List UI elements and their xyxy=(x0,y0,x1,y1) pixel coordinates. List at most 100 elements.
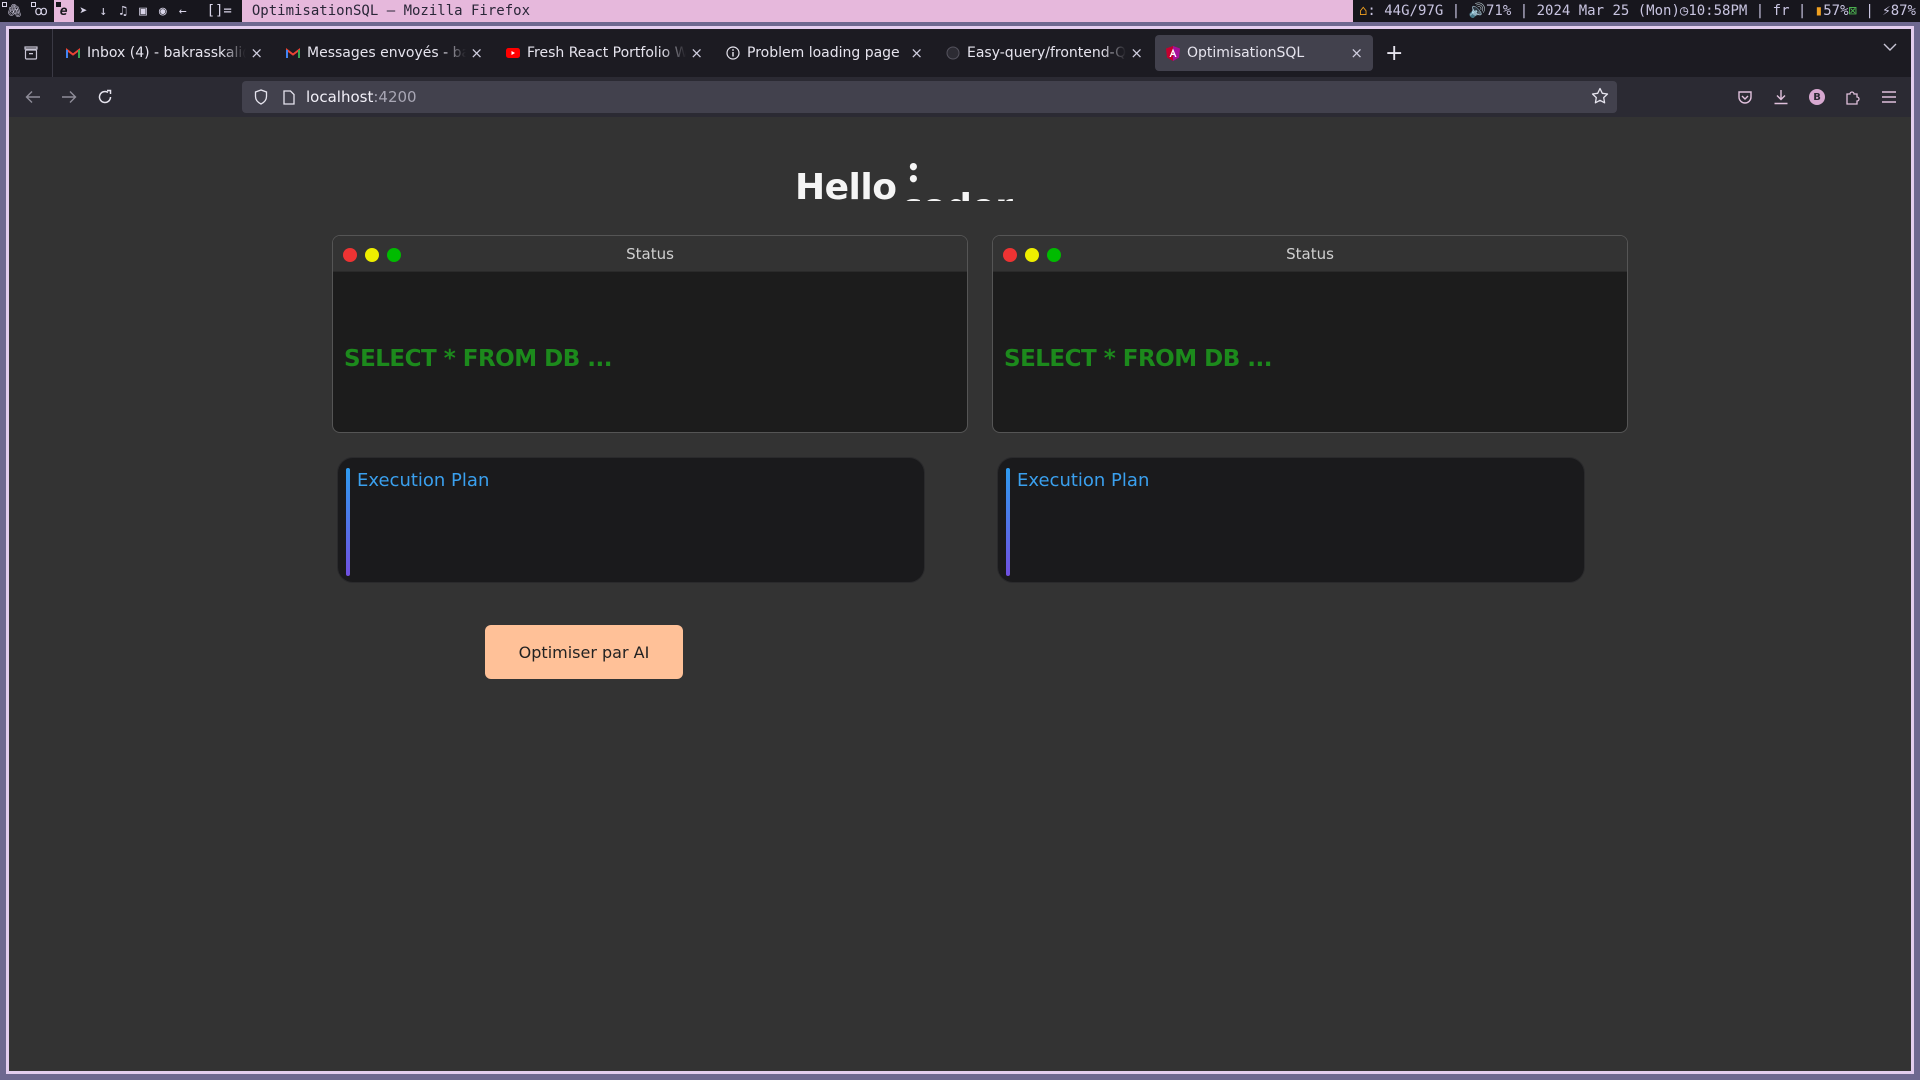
keyboard-layout: fr xyxy=(1772,3,1790,19)
execution-plan-title: Execution Plan xyxy=(357,470,490,491)
forward-button[interactable] xyxy=(51,81,87,113)
greeting-heading: Hello xyxy=(795,167,897,208)
focused-window-title: OptimisationSQL — Mozilla Firefox xyxy=(251,3,531,19)
sql-query-text[interactable]: SELECT * FROM DB ... xyxy=(1004,346,1272,372)
typing-cursor: • • xyxy=(907,161,920,191)
apps-icon: ꝏ xyxy=(34,3,48,19)
sql-query-text[interactable]: SELECT * FROM DB ... xyxy=(344,346,612,372)
close-tab-icon[interactable]: × xyxy=(690,44,703,62)
wifi-icon: ▮ xyxy=(1814,3,1824,19)
workspace-5[interactable]: ↓ xyxy=(93,0,113,22)
workspace-1[interactable]: 🖇 xyxy=(0,0,29,22)
angular-icon xyxy=(1165,45,1181,61)
app-menu-button[interactable] xyxy=(1875,81,1903,113)
firefox-view-button[interactable] xyxy=(9,29,53,77)
tab-title: Messages envoyés - bakrasskali xyxy=(307,45,466,61)
typing-word: coder xyxy=(901,187,1013,201)
workspace-2[interactable]: ꝏ xyxy=(29,0,54,22)
browser-icon: e xyxy=(59,3,68,19)
download-icon xyxy=(1774,90,1788,105)
time: 10:58PM xyxy=(1688,3,1748,19)
terminal-title: Status xyxy=(626,245,674,263)
volume-icon: 🔊 xyxy=(1468,3,1486,19)
close-tab-icon[interactable]: × xyxy=(470,44,483,62)
execution-plan-right: Execution Plan xyxy=(997,457,1585,583)
workspace-6[interactable]: ♫ xyxy=(113,0,133,22)
page-icon[interactable] xyxy=(278,89,300,105)
reload-button[interactable] xyxy=(87,81,123,113)
record-icon: ◉ xyxy=(158,3,167,19)
close-box-icon: ⊠ xyxy=(1848,3,1857,19)
list-all-tabs-button[interactable] xyxy=(1883,43,1897,51)
tab-title: Problem loading page xyxy=(747,45,900,61)
date: 2024 Mar 25 (Mon) xyxy=(1536,3,1680,19)
pocket-button[interactable] xyxy=(1731,81,1759,113)
back-icon: ← xyxy=(178,3,187,19)
url-host[interactable]: localhost xyxy=(306,88,373,106)
gmail-icon xyxy=(285,45,301,61)
battery-icon: ⚡ xyxy=(1882,3,1891,19)
bookmark-star-icon[interactable] xyxy=(1591,87,1609,105)
tab-title: Easy-query/frontend-Query xyxy=(967,45,1127,61)
status-terminal-right: Status SELECT * FROM DB ... xyxy=(992,235,1628,433)
optimize-by-ai-button[interactable]: Optimiser par AI xyxy=(485,625,683,679)
window-manager-bar: 🖇 ꝏ e ➤ ↓ ♫ ▣ ◉ ← []= OptimisationSQL — … xyxy=(0,0,1920,22)
url-port[interactable]: :4200 xyxy=(373,88,416,106)
workspace-7[interactable]: ▣ xyxy=(133,0,153,22)
volume-level: 71% xyxy=(1486,3,1512,19)
tracking-protection-shield-icon[interactable] xyxy=(250,89,272,105)
workspace-8[interactable]: ◉ xyxy=(153,0,173,22)
close-tab-icon[interactable]: × xyxy=(910,44,923,62)
arrow-right-icon xyxy=(62,91,77,103)
workspace-9[interactable]: ← xyxy=(173,0,193,22)
tab-inbox[interactable]: Inbox (4) - bakrasskali@gmail.com × xyxy=(55,35,273,71)
reload-icon xyxy=(98,89,112,104)
close-tab-icon[interactable]: × xyxy=(1130,44,1143,62)
disk-usage: 44G/97G xyxy=(1384,3,1444,19)
execution-plan-title: Execution Plan xyxy=(1017,470,1150,491)
layout-indicator[interactable]: []= xyxy=(193,3,242,19)
arrow-left-icon xyxy=(25,91,40,103)
toolbar-actions: B xyxy=(1731,81,1903,113)
firefox-view-icon xyxy=(23,46,38,60)
info-icon xyxy=(725,45,741,61)
workspace-list: 🖇 ꝏ e ➤ ↓ ♫ ▣ ◉ ← []= xyxy=(0,0,242,22)
gmail-icon xyxy=(65,45,81,61)
tab-bar: Inbox (4) - bakrasskali@gmail.com × Mess… xyxy=(9,29,1911,77)
page-content: Hello •• coder Status SELECT * FROM DB .… xyxy=(9,117,1911,1071)
back-button[interactable] xyxy=(15,81,51,113)
downloads-button[interactable] xyxy=(1767,81,1795,113)
battery-level: 87% xyxy=(1890,3,1916,19)
send-icon: ➤ xyxy=(79,3,88,19)
tab-problem-loading-page[interactable]: Problem loading page × xyxy=(715,35,933,71)
terminal-header: Status xyxy=(333,236,967,272)
puzzle-icon xyxy=(1846,91,1860,105)
status-terminal-left: Status SELECT * FROM DB ... xyxy=(332,235,968,433)
url-bar[interactable]: localhost:4200 xyxy=(242,81,1617,113)
close-tab-icon[interactable]: × xyxy=(1350,44,1363,62)
github-icon xyxy=(945,45,961,61)
music-icon: ♫ xyxy=(119,3,128,19)
home-icon: ⌂ xyxy=(1358,3,1368,19)
new-tab-button[interactable]: + xyxy=(1385,41,1403,66)
wifi-strength: 57% xyxy=(1823,3,1849,19)
typing-animation: •• coder xyxy=(901,161,1041,201)
extensions-button[interactable] xyxy=(1839,81,1867,113)
system-status: ⌂: 44G/97G | 🔊 71% | 2024 Mar 25 (Mon) ◷ 1… xyxy=(1352,0,1920,22)
close-tab-icon[interactable]: × xyxy=(250,44,263,62)
tab-title: Inbox (4) - bakrasskali@gmail.com xyxy=(87,45,246,61)
download-icon: ↓ xyxy=(99,3,108,19)
pocket-icon xyxy=(1738,90,1752,104)
tab-messages-envoyes[interactable]: Messages envoyés - bakrasskali × xyxy=(275,35,493,71)
clock-icon: ◷ xyxy=(1679,3,1689,19)
tab-fresh-react-portfolio[interactable]: Fresh React Portfolio Website × xyxy=(495,35,713,71)
tab-easy-query-github[interactable]: Easy-query/frontend-Query × xyxy=(935,35,1153,71)
media-icon: ▣ xyxy=(139,3,147,19)
execution-plan-left: Execution Plan xyxy=(337,457,925,583)
workspace-4[interactable]: ➤ xyxy=(74,0,94,22)
tab-optimisationsql[interactable]: OptimisationSQL × xyxy=(1155,35,1373,71)
browser-window: Inbox (4) - bakrasskali@gmail.com × Mess… xyxy=(6,26,1914,1074)
workspace-3[interactable]: e xyxy=(53,0,74,22)
account-avatar: B xyxy=(1809,89,1825,105)
account-button[interactable]: B xyxy=(1803,81,1831,113)
